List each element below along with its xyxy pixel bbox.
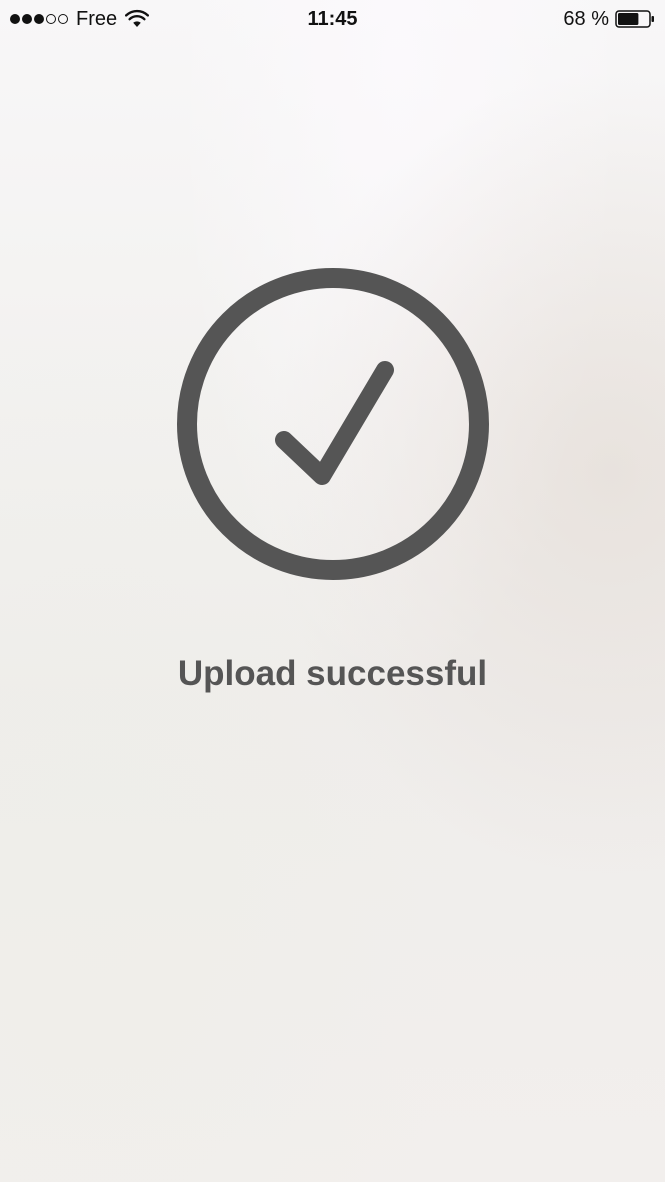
checkmark-icon: [275, 361, 394, 485]
upload-status-message: Upload successful: [177, 654, 488, 693]
status-right: 68 %: [563, 6, 655, 32]
success-circle: [177, 268, 489, 580]
background: [0, 0, 665, 1182]
battery-icon: [615, 10, 654, 28]
status-bar: Free 11:45 68 %: [0, 0, 665, 38]
checkmark-circle-icon: [177, 268, 489, 580]
battery-percentage: 68 %: [563, 8, 609, 30]
